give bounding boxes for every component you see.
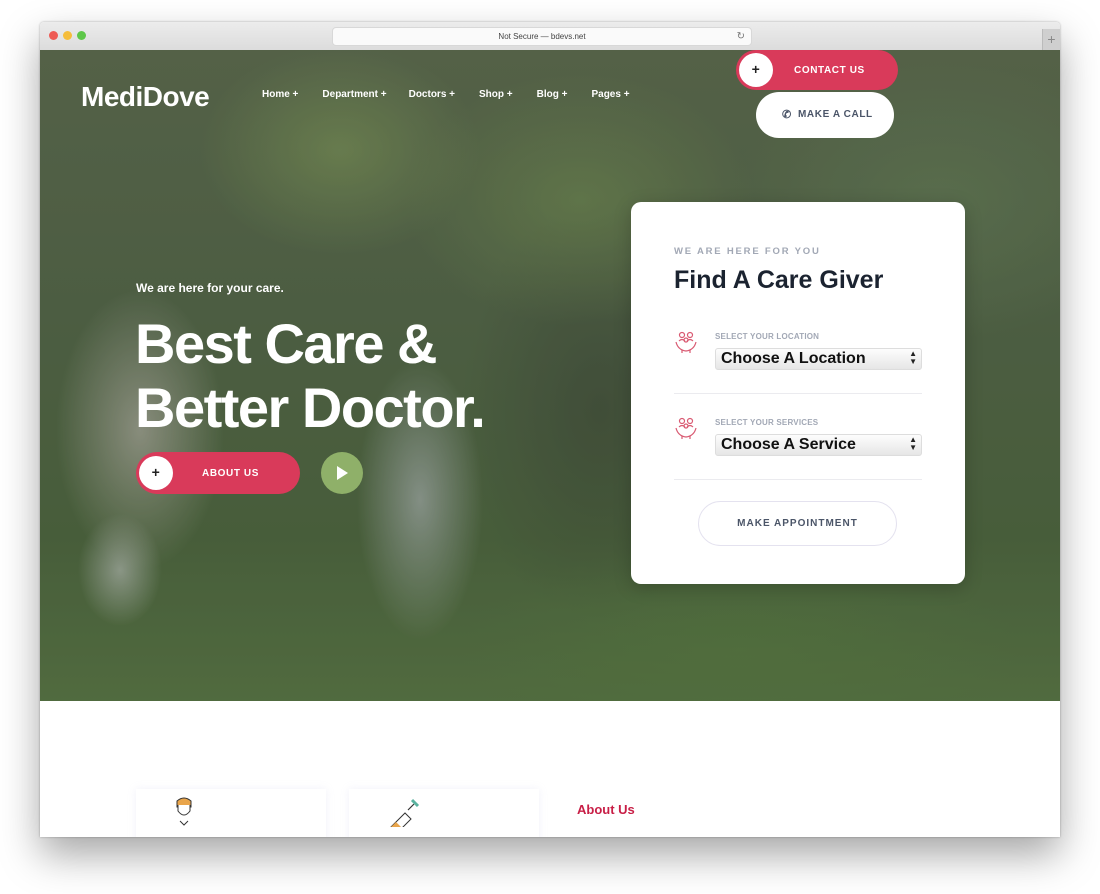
plus-icon: + — [739, 53, 773, 87]
about-us-heading: About Us — [577, 802, 635, 817]
headline-line-1: Best Care & — [135, 312, 437, 375]
feature-card — [349, 789, 539, 837]
card-title: Find A Care Giver — [674, 266, 884, 294]
browser-window: Not Secure — bdevs.net ↻ + MediDove Home… — [40, 22, 1060, 837]
nav-item-home[interactable]: Home + — [262, 89, 298, 100]
play-icon — [337, 466, 348, 480]
new-tab-button[interactable]: + — [1042, 29, 1060, 50]
location-label: SELECT YOUR LOCATION — [715, 332, 820, 341]
family-care-icon — [675, 417, 697, 439]
services-select[interactable]: Choose A Service ▲ ▼ — [715, 434, 922, 456]
nav-item-pages[interactable]: Pages + — [591, 89, 629, 100]
hero-tagline: We are here for your care. — [136, 281, 284, 295]
contact-us-button[interactable]: + CONTACT US — [736, 50, 898, 90]
nav-item-shop[interactable]: Shop + — [479, 89, 513, 100]
hero-headline: Best Care & Better Doctor. — [135, 312, 486, 440]
find-care-giver-card: WE ARE HERE FOR YOU Find A Care Giver SE… — [631, 202, 965, 584]
play-video-button[interactable] — [321, 452, 363, 494]
services-label: SELECT YOUR SERVICES — [715, 418, 819, 427]
site-logo[interactable]: MediDove — [81, 81, 210, 113]
about-us-button[interactable]: + ABOUT US — [136, 452, 300, 494]
plus-icon: + — [139, 456, 173, 490]
make-a-call-button[interactable]: ✆ MAKE A CALL — [756, 92, 894, 138]
close-window-button[interactable] — [49, 31, 58, 40]
select-arrows-icon: ▲ ▼ — [909, 349, 917, 366]
location-field: SELECT YOUR LOCATION Choose A Location ▲… — [674, 326, 922, 412]
make-appointment-button[interactable]: MAKE APPOINTMENT — [698, 501, 897, 546]
make-a-call-label: MAKE A CALL — [798, 109, 873, 120]
syringe-icon — [390, 798, 420, 827]
card-subtitle: WE ARE HERE FOR YOU — [674, 246, 821, 257]
location-select[interactable]: Choose A Location ▲ ▼ — [715, 348, 922, 370]
doctor-icon — [176, 797, 192, 826]
phone-icon: ✆ — [782, 109, 792, 121]
reload-icon[interactable]: ↻ — [737, 28, 745, 45]
browser-titlebar: Not Secure — bdevs.net ↻ + — [40, 22, 1060, 51]
url-text: Not Secure — bdevs.net — [498, 32, 586, 41]
contact-us-label: CONTACT US — [794, 65, 865, 76]
location-select-value: Choose A Location — [721, 350, 866, 367]
services-field: SELECT YOUR SERVICES Choose A Service ▲ ▼ — [674, 412, 922, 498]
family-care-icon — [675, 331, 697, 353]
nav-item-doctors[interactable]: Doctors + — [409, 89, 455, 100]
divider — [674, 393, 922, 394]
main-nav: Home + Department + Doctors + Shop + Blo… — [262, 89, 654, 100]
nav-item-department[interactable]: Department + — [322, 89, 386, 100]
nav-item-blog[interactable]: Blog + — [537, 89, 568, 100]
about-us-label: ABOUT US — [202, 468, 260, 479]
headline-line-2: Better Doctor. — [135, 376, 486, 439]
divider — [674, 479, 922, 480]
select-arrows-icon: ▲ ▼ — [909, 435, 917, 452]
minimize-window-button[interactable] — [63, 31, 72, 40]
features-section: About Us — [40, 701, 1060, 837]
services-select-value: Choose A Service — [721, 436, 856, 453]
feature-card — [136, 789, 326, 837]
address-bar[interactable]: Not Secure — bdevs.net ↻ — [332, 27, 752, 46]
maximize-window-button[interactable] — [77, 31, 86, 40]
hero-section: MediDove Home + Department + Doctors + S… — [40, 50, 1060, 701]
